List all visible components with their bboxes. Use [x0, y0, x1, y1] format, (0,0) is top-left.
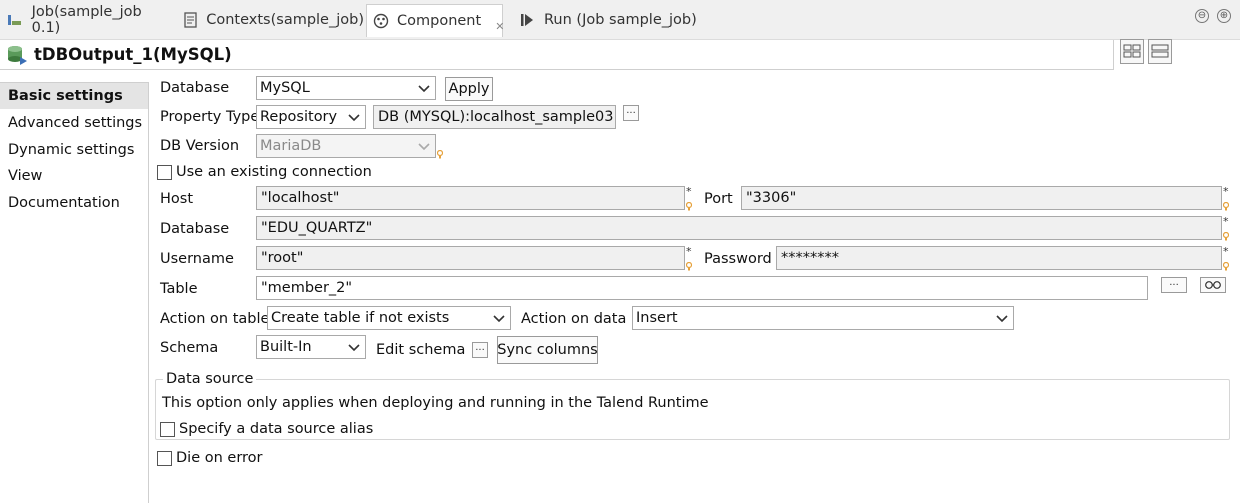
- action-on-table-label: Action on table: [160, 311, 270, 327]
- database-name-label: Database: [160, 221, 230, 237]
- port-input[interactable]: "3306": [741, 186, 1222, 210]
- use-existing-connection-checkbox[interactable]: [157, 165, 172, 180]
- port-label: Port: [704, 191, 733, 207]
- tab-run[interactable]: Run (Job sample_job): [512, 4, 702, 36]
- tab-label: Contexts(sample_job): [206, 12, 364, 28]
- die-on-error-label: Die on error: [176, 450, 263, 466]
- glasses-icon: [1205, 281, 1221, 289]
- die-on-error-checkbox[interactable]: [157, 451, 172, 466]
- database-name-input[interactable]: "EDU_QUARTZ": [256, 216, 1222, 240]
- required-marker: *: [686, 245, 692, 258]
- db-version-label: DB Version: [160, 138, 240, 154]
- table-guess-button[interactable]: [1200, 277, 1226, 293]
- run-icon: [518, 11, 536, 29]
- db-version-value: MariaDB: [260, 138, 322, 154]
- table-input[interactable]: "member_2": [256, 276, 1148, 300]
- chevron-down-icon: [996, 315, 1008, 323]
- schema-value: Built-In: [260, 339, 312, 355]
- username-label: Username: [160, 251, 234, 267]
- repository-field[interactable]: DB (MYSQL):localhost_sample03: [373, 105, 616, 129]
- component-title-bar: tDBOutput_1(MySQL): [0, 40, 1114, 70]
- data-source-note: This option only applies when deploying …: [162, 395, 709, 411]
- hint-bulb-icon: [1223, 202, 1229, 211]
- chevron-down-icon: [418, 143, 430, 151]
- edit-schema-label: Edit schema: [376, 342, 466, 358]
- tab-contexts[interactable]: Contexts(sample_job): [178, 4, 364, 36]
- contexts-icon: [184, 11, 198, 29]
- schema-select[interactable]: Built-In: [256, 335, 366, 359]
- host-input[interactable]: "localhost": [256, 186, 685, 210]
- sidebar-item-dynamic-settings[interactable]: Dynamic settings: [0, 137, 148, 163]
- property-type-label: Property Type: [160, 109, 260, 125]
- layout-rows-button[interactable]: [1148, 39, 1172, 64]
- property-type-select[interactable]: Repository: [256, 105, 366, 129]
- password-input[interactable]: ********: [776, 246, 1222, 270]
- hint-bulb-icon: [1223, 262, 1229, 271]
- repository-browse-button[interactable]: ···: [623, 105, 639, 121]
- edit-schema-button[interactable]: ···: [472, 342, 488, 358]
- password-label: Password: [704, 251, 772, 267]
- required-marker: *: [686, 185, 692, 198]
- use-existing-connection-label: Use an existing connection: [176, 164, 372, 180]
- required-marker: *: [1223, 185, 1229, 198]
- tab-label: Job(sample_job 0.1): [31, 4, 142, 36]
- table-browse-button[interactable]: ···: [1161, 277, 1187, 293]
- required-marker: *: [1223, 245, 1229, 258]
- schema-label: Schema: [160, 340, 219, 356]
- database-type-select[interactable]: MySQL: [256, 76, 436, 100]
- action-on-data-label: Action on data: [521, 311, 627, 327]
- data-source-legend: Data source: [163, 371, 257, 387]
- tab-component[interactable]: Component ✕: [366, 4, 504, 37]
- tab-job[interactable]: Job(sample_job 0.1): [0, 4, 172, 36]
- sidebar-item-basic-settings[interactable]: Basic settings: [0, 83, 148, 109]
- hint-bulb-icon: [686, 262, 692, 271]
- sidebar-item-documentation[interactable]: Documentation: [0, 190, 148, 216]
- component-icon: [373, 12, 389, 30]
- minimize-icon[interactable]: ⊖: [1195, 9, 1209, 23]
- sync-columns-button[interactable]: Sync columns: [497, 336, 598, 364]
- chevron-down-icon: [493, 315, 505, 323]
- chevron-down-icon: [348, 344, 360, 352]
- grid-layout-icon: [1123, 44, 1141, 58]
- database-type-label: Database: [160, 80, 230, 96]
- sidebar-item-advanced-settings[interactable]: Advanced settings: [0, 110, 148, 136]
- table-label: Table: [160, 281, 198, 297]
- job-icon: [6, 11, 24, 29]
- tab-label: Component: [397, 13, 482, 29]
- hint-bulb-icon: [437, 150, 443, 159]
- action-on-table-value: Create table if not exists: [271, 310, 450, 326]
- host-label: Host: [160, 191, 194, 207]
- property-type-value: Repository: [260, 109, 338, 125]
- hint-bulb-icon: [1223, 232, 1229, 241]
- database-output-icon: [8, 46, 27, 65]
- apply-button[interactable]: Apply: [445, 77, 493, 101]
- layout-grid-button[interactable]: [1120, 39, 1144, 64]
- page-title: tDBOutput_1(MySQL): [34, 45, 232, 64]
- required-marker: *: [1223, 215, 1229, 228]
- maximize-icon[interactable]: ⊕: [1217, 9, 1231, 23]
- tab-label: Run (Job sample_job): [544, 12, 697, 28]
- chevron-down-icon: [418, 85, 430, 93]
- editor-tab-bar: Job(sample_job 0.1) Contexts(sample_job)…: [0, 0, 1240, 40]
- chevron-down-icon: [348, 114, 360, 122]
- action-on-data-value: Insert: [636, 310, 678, 326]
- settings-sidebar: Basic settings Advanced settings Dynamic…: [0, 82, 149, 503]
- database-type-value: MySQL: [260, 80, 310, 96]
- db-version-select[interactable]: MariaDB: [256, 134, 436, 158]
- username-input[interactable]: "root": [256, 246, 685, 270]
- specify-data-source-alias-checkbox[interactable]: [160, 422, 175, 437]
- action-on-table-select[interactable]: Create table if not exists: [267, 306, 511, 330]
- rows-layout-icon: [1151, 44, 1169, 58]
- hint-bulb-icon: [686, 202, 692, 211]
- specify-data-source-alias-label: Specify a data source alias: [179, 421, 374, 437]
- action-on-data-select[interactable]: Insert: [632, 306, 1014, 330]
- sidebar-item-view[interactable]: View: [0, 163, 148, 189]
- close-icon[interactable]: ✕: [495, 20, 504, 33]
